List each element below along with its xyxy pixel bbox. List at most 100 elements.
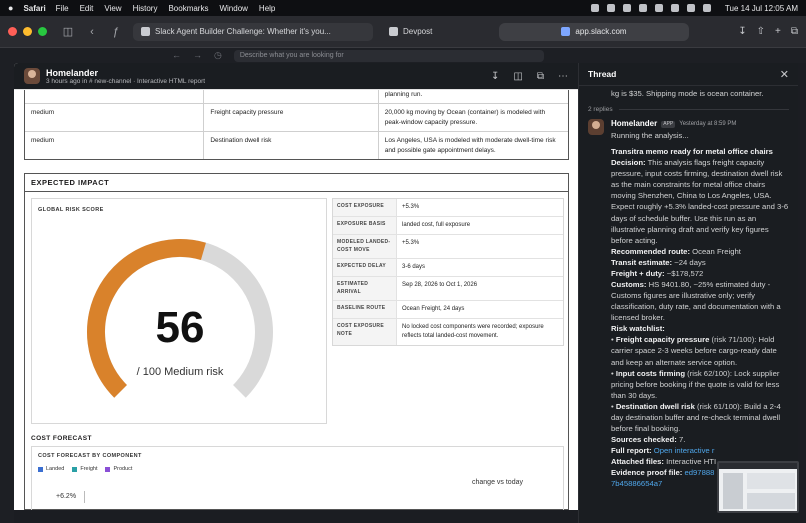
exposure-key: COST EXPOSURE NOTE [333, 319, 397, 345]
legend-item-freight[interactable]: Freight [72, 466, 97, 472]
table-row: medium Freight capacity pressure 20,000 … [25, 103, 568, 132]
toolbar-actions: ↧ ⇧ + ⧉ [738, 26, 798, 37]
legend-item-product[interactable]: Product [105, 466, 132, 472]
freight-label: Freight + duty: [611, 268, 665, 278]
legend-swatch [72, 466, 78, 472]
risk-level: medium [25, 132, 205, 160]
legend-label: Freight [80, 466, 98, 472]
menu-window[interactable]: Window [219, 4, 247, 13]
more-icon[interactable]: ⋯ [558, 71, 568, 82]
tab-label: Devpost [403, 27, 433, 36]
decision-text: This analysis flags freight capacity pre… [611, 158, 789, 245]
menu-view[interactable]: View [104, 4, 121, 13]
menubar-clock[interactable]: Tue 14 Jul 12:05 AM [725, 4, 798, 13]
exposure-value: Sep 28, 2026 to Oct 1, 2026 [402, 282, 478, 288]
shield-icon[interactable] [606, 4, 615, 12]
battery-icon[interactable] [654, 4, 663, 12]
memo-body: Transitra memo ready for metal office ch… [611, 146, 789, 489]
dropbox-icon[interactable] [638, 4, 647, 12]
notion-icon[interactable] [590, 4, 599, 12]
legend-item-landed[interactable]: Landed [38, 466, 64, 472]
preview-block [747, 493, 795, 509]
devpost-icon [389, 27, 398, 36]
thread-message: Homelander APP Yesterday at 8:59 PM Runn… [588, 118, 789, 141]
report-document: planning run. medium Freight capacity pr… [24, 90, 569, 510]
spotlight-icon[interactable] [686, 4, 695, 12]
zoom-window-button[interactable] [38, 27, 47, 36]
close-icon[interactable]: ✕ [780, 68, 789, 81]
forward-arrow-icon[interactable]: → [193, 50, 202, 61]
table-row: COST EXPOSURE +5.3% [333, 199, 563, 216]
macos-menubar: ● Safari File Edit View History Bookmark… [0, 0, 806, 16]
proof-hash-link[interactable]: 7b45886654a7 [611, 479, 662, 488]
tab-slack-agent-challenge[interactable]: Slack Agent Builder Challenge: Whether i… [133, 22, 373, 41]
split-view-icon[interactable]: ◫ [513, 71, 522, 82]
chart-note: change vs today [472, 479, 523, 486]
freight-value: ~$178,572 [664, 268, 704, 278]
back-arrow-icon[interactable]: ← [172, 50, 181, 61]
exposure-key: BASELINE ROUTE [333, 301, 397, 318]
risk-detail: planning run. [384, 91, 423, 98]
risk-gauge-card: GLOBAL RISK SCORE 56 / 100 Medium risk [31, 198, 327, 424]
message-timestamp[interactable]: Yesterday at 8:59 PM [679, 120, 736, 129]
canvas-meta: 3 hours ago in # new-channel · Interacti… [46, 77, 206, 85]
table-row: BASELINE ROUTE Ocean Freight, 24 days [333, 300, 563, 318]
avatar[interactable] [588, 119, 604, 136]
tab-favicon-icon[interactable]: ƒ [109, 26, 123, 38]
menubar-app-name[interactable]: Safari [23, 4, 45, 13]
minimize-window-button[interactable] [23, 27, 32, 36]
tab-devpost[interactable]: Devpost [381, 23, 491, 41]
cloud-icon[interactable] [622, 4, 631, 12]
proof-link[interactable]: ed97888 [682, 468, 714, 477]
exposure-value: Ocean Freight, 24 days [402, 306, 465, 312]
exposure-key: ESTIMATED ARRIVAL [333, 277, 397, 300]
message-author[interactable]: Homelander [611, 118, 657, 130]
files-value[interactable]: Interactive HTI [664, 457, 716, 466]
table-row: ESTIMATED ARRIVAL Sep 28, 2026 to Oct 1, … [333, 276, 563, 300]
preview-titlebar [719, 463, 797, 469]
menu-history[interactable]: History [133, 4, 158, 13]
menu-help[interactable]: Help [259, 4, 275, 13]
menu-edit[interactable]: Edit [80, 4, 94, 13]
previous-message-text: kg is $35. Shipping mode is ocean contai… [611, 89, 764, 98]
risk-driver [204, 90, 379, 104]
cost-forecast-title: COST FORECAST [31, 435, 92, 442]
apple-icon[interactable]: ● [8, 3, 13, 13]
history-nav: ← → ◷ [172, 50, 222, 61]
attachment-preview-thumbnail[interactable] [717, 461, 799, 513]
share-icon[interactable]: ⇧ [757, 26, 765, 37]
route-label: Recommended route: [611, 246, 691, 256]
table-row: MODELED LANDED-COST MOVE +5.3% [333, 234, 563, 258]
new-tab-icon[interactable]: + [775, 26, 781, 37]
avatar[interactable] [24, 68, 40, 84]
sidebar-toggle-icon[interactable]: ◫ [61, 25, 75, 38]
exposure-table: COST EXPOSURE +5.3% EXPOSURE BASIS landed … [332, 198, 564, 346]
control-center-icon[interactable] [702, 4, 711, 12]
close-window-button[interactable] [8, 27, 17, 36]
menu-bookmarks[interactable]: Bookmarks [168, 4, 208, 13]
app-badge: APP [661, 120, 676, 128]
proof-label: Evidence proof file: [611, 468, 683, 478]
address-bar[interactable]: app.slack.com [499, 22, 689, 41]
download-icon[interactable]: ↧ [491, 71, 499, 82]
slack-search-input[interactable]: Describe what you are looking for [233, 49, 544, 62]
watch-item: • Input costs firming (risk 62/100): Loc… [611, 368, 780, 400]
canvas-panel: Homelander 3 hours ago in # new-channel … [14, 63, 578, 510]
legend-label: Landed [46, 466, 65, 472]
back-icon[interactable]: ‹ [85, 26, 99, 38]
downloads-icon[interactable]: ↧ [738, 26, 746, 37]
risk-driver: Freight capacity pressure [204, 104, 379, 132]
report-link[interactable]: Open interactive r [652, 446, 715, 455]
legend-swatch [105, 466, 111, 472]
copy-icon[interactable]: ⧉ [537, 71, 544, 82]
exposure-value: No locked cost components were recorded;… [402, 324, 544, 339]
watch-item-label: Freight capacity pressure [615, 335, 710, 345]
canvas-actions: ↧ ◫ ⧉ ⋯ [491, 71, 568, 82]
canvas-author[interactable]: Homelander [46, 68, 205, 78]
tab-overview-icon[interactable]: ⧉ [791, 26, 798, 37]
history-icon[interactable]: ◷ [214, 50, 222, 61]
exposure-value: 3-6 days [402, 264, 426, 270]
exposure-value: landed cost, full exposure [402, 222, 471, 228]
wifi-icon[interactable] [670, 4, 679, 12]
menu-file[interactable]: File [56, 4, 69, 13]
